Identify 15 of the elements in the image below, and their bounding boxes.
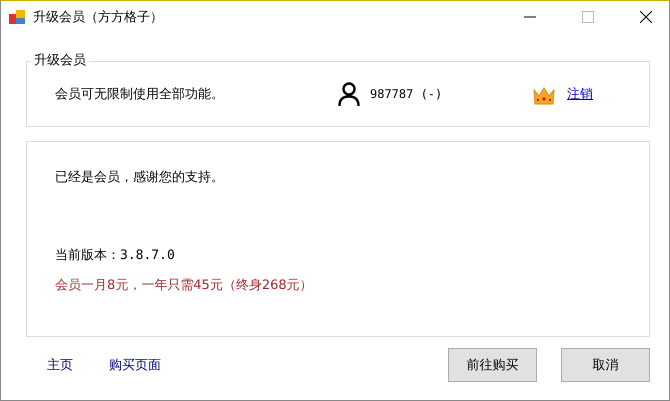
buy-button[interactable]: 前往购买 <box>448 348 537 382</box>
app-icon <box>9 9 25 25</box>
description-text: 会员可无限制使用全部功能。 <box>55 86 225 103</box>
logout-link[interactable]: 注销 <box>567 85 593 103</box>
cancel-button[interactable]: 取消 <box>561 348 650 382</box>
purchase-page-link[interactable]: 购买页面 <box>109 356 161 374</box>
close-icon[interactable] <box>640 11 652 23</box>
message-text: 已经是会员，感谢您的支持。 <box>55 169 224 186</box>
user-icon <box>338 82 360 106</box>
group-title: 升级会员 <box>31 53 89 69</box>
home-link[interactable]: 主页 <box>47 356 73 374</box>
version-text: 当前版本：3.8.7.0 <box>55 247 175 264</box>
user-id: 987787 (-) <box>370 87 444 101</box>
window-title: 升级会员（方方格子） <box>33 9 163 26</box>
pricing-text: 会员一月8元，一年只需45元（终身268元） <box>55 277 313 294</box>
